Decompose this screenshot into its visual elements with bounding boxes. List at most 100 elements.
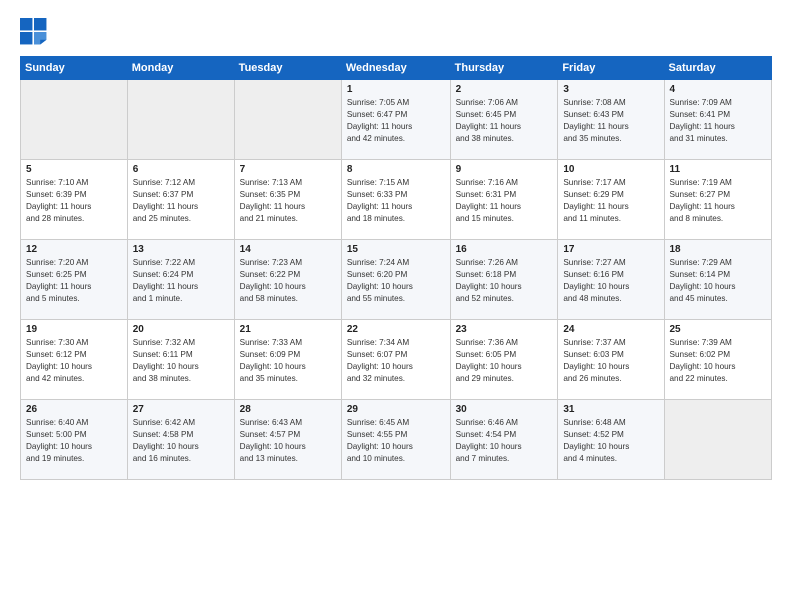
calendar-cell: 30 Sunrise: 6:46 AM Sunset: 4:54 PM Dayli… — [450, 400, 558, 480]
calendar-cell: 4 Sunrise: 7:09 AM Sunset: 6:41 PM Daylig… — [664, 80, 772, 160]
day-info: Sunrise: 7:37 AM Sunset: 6:03 PM Dayligh… — [563, 337, 658, 385]
calendar-week-5: 26 Sunrise: 6:40 AM Sunset: 5:00 PM Dayli… — [21, 400, 772, 480]
day-info: Sunrise: 7:08 AM Sunset: 6:43 PM Dayligh… — [563, 97, 658, 145]
calendar-cell: 29Sunrise: 6:45 AM Sunset: 4:55 PM Dayli… — [341, 400, 450, 480]
day-number: 2 — [456, 84, 553, 95]
calendar-cell: 11 Sunrise: 7:19 AM Sunset: 6:27 PM Dayli… — [664, 160, 772, 240]
day-number: 30 — [456, 404, 553, 415]
calendar-cell — [21, 80, 128, 160]
calendar-cell: 26 Sunrise: 6:40 AM Sunset: 5:00 PM Dayli… — [21, 400, 128, 480]
day-number: 19 — [26, 324, 122, 335]
calendar-cell: 19 Sunrise: 7:30 AM Sunset: 6:12 PM Dayli… — [21, 320, 128, 400]
day-info: Sunrise: 7:19 AM Sunset: 6:27 PM Dayligh… — [670, 177, 767, 225]
calendar-cell: 16Sunrise: 7:26 AM Sunset: 6:18 PM Dayli… — [450, 240, 558, 320]
calendar-cell — [234, 80, 341, 160]
calendar-cell: 31 Sunrise: 6:48 AM Sunset: 4:52 PM Dayli… — [558, 400, 664, 480]
weekday-header-friday: Friday — [558, 57, 664, 80]
day-number: 22 — [347, 324, 445, 335]
day-number: 29 — [347, 404, 445, 415]
day-info: Sunrise: 6:46 AM Sunset: 4:54 PM Dayligh… — [456, 417, 553, 465]
calendar-cell: 2 Sunrise: 7:06 AM Sunset: 6:45 PM Daylig… — [450, 80, 558, 160]
day-number: 17 — [563, 244, 658, 255]
weekday-row: SundayMondayTuesdayWednesdayThursdayFrid… — [21, 57, 772, 80]
page: SundayMondayTuesdayWednesdayThursdayFrid… — [0, 0, 792, 612]
calendar-cell: 24 Sunrise: 7:37 AM Sunset: 6:03 PM Dayli… — [558, 320, 664, 400]
day-info: Sunrise: 6:42 AM Sunset: 4:58 PM Dayligh… — [133, 417, 229, 465]
day-number: 11 — [670, 164, 767, 175]
day-info: Sunrise: 7:12 AM Sunset: 6:37 PM Dayligh… — [133, 177, 229, 225]
day-number: 12 — [26, 244, 122, 255]
calendar-cell: 8 Sunrise: 7:15 AM Sunset: 6:33 PM Daylig… — [341, 160, 450, 240]
day-info: Sunrise: 7:39 AM Sunset: 6:02 PM Dayligh… — [670, 337, 767, 385]
day-number: 4 — [670, 84, 767, 95]
day-number: 13 — [133, 244, 229, 255]
day-number: 20 — [133, 324, 229, 335]
calendar-header: SundayMondayTuesdayWednesdayThursdayFrid… — [21, 57, 772, 80]
weekday-header-saturday: Saturday — [664, 57, 772, 80]
calendar-cell: 18Sunrise: 7:29 AM Sunset: 6:14 PM Dayli… — [664, 240, 772, 320]
calendar-week-3: 12 Sunrise: 7:20 AM Sunset: 6:25 PM Dayli… — [21, 240, 772, 320]
day-info: Sunrise: 7:30 AM Sunset: 6:12 PM Dayligh… — [26, 337, 122, 385]
calendar-week-2: 5 Sunrise: 7:10 AM Sunset: 6:39 PM Daylig… — [21, 160, 772, 240]
day-info: Sunrise: 7:27 AM Sunset: 6:16 PM Dayligh… — [563, 257, 658, 305]
day-info: Sunrise: 7:20 AM Sunset: 6:25 PM Dayligh… — [26, 257, 122, 305]
calendar-cell: 15 Sunrise: 7:24 AM Sunset: 6:20 PM Dayli… — [341, 240, 450, 320]
day-info: Sunrise: 7:23 AM Sunset: 6:22 PM Dayligh… — [240, 257, 336, 305]
calendar-week-4: 19 Sunrise: 7:30 AM Sunset: 6:12 PM Dayli… — [21, 320, 772, 400]
day-info: Sunrise: 7:22 AM Sunset: 6:24 PM Dayligh… — [133, 257, 229, 305]
day-number: 5 — [26, 164, 122, 175]
day-number: 7 — [240, 164, 336, 175]
day-info: Sunrise: 7:26 AM Sunset: 6:18 PM Dayligh… — [456, 257, 553, 305]
day-number: 15 — [347, 244, 445, 255]
day-number: 27 — [133, 404, 229, 415]
day-info: Sunrise: 7:10 AM Sunset: 6:39 PM Dayligh… — [26, 177, 122, 225]
weekday-header-sunday: Sunday — [21, 57, 128, 80]
calendar-cell — [127, 80, 234, 160]
calendar-week-1: 1Sunrise: 7:05 AM Sunset: 6:47 PM Daylig… — [21, 80, 772, 160]
calendar-cell: 10 Sunrise: 7:17 AM Sunset: 6:29 PM Dayli… — [558, 160, 664, 240]
logo — [20, 18, 52, 46]
day-info: Sunrise: 7:15 AM Sunset: 6:33 PM Dayligh… — [347, 177, 445, 225]
calendar-cell: 20 Sunrise: 7:32 AM Sunset: 6:11 PM Dayli… — [127, 320, 234, 400]
day-number: 8 — [347, 164, 445, 175]
day-number: 21 — [240, 324, 336, 335]
day-info: Sunrise: 6:43 AM Sunset: 4:57 PM Dayligh… — [240, 417, 336, 465]
day-number: 9 — [456, 164, 553, 175]
day-info: Sunrise: 7:16 AM Sunset: 6:31 PM Dayligh… — [456, 177, 553, 225]
calendar-body: 1Sunrise: 7:05 AM Sunset: 6:47 PM Daylig… — [21, 80, 772, 480]
calendar-table: SundayMondayTuesdayWednesdayThursdayFrid… — [20, 56, 772, 480]
weekday-header-wednesday: Wednesday — [341, 57, 450, 80]
day-info: Sunrise: 7:13 AM Sunset: 6:35 PM Dayligh… — [240, 177, 336, 225]
weekday-header-thursday: Thursday — [450, 57, 558, 80]
day-number: 10 — [563, 164, 658, 175]
calendar-cell: 5 Sunrise: 7:10 AM Sunset: 6:39 PM Daylig… — [21, 160, 128, 240]
calendar-cell: 12 Sunrise: 7:20 AM Sunset: 6:25 PM Dayli… — [21, 240, 128, 320]
day-number: 25 — [670, 324, 767, 335]
day-info: Sunrise: 6:48 AM Sunset: 4:52 PM Dayligh… — [563, 417, 658, 465]
day-number: 24 — [563, 324, 658, 335]
day-info: Sunrise: 7:09 AM Sunset: 6:41 PM Dayligh… — [670, 97, 767, 145]
day-info: Sunrise: 7:24 AM Sunset: 6:20 PM Dayligh… — [347, 257, 445, 305]
day-info: Sunrise: 6:40 AM Sunset: 5:00 PM Dayligh… — [26, 417, 122, 465]
calendar-cell: 21Sunrise: 7:33 AM Sunset: 6:09 PM Dayli… — [234, 320, 341, 400]
day-info: Sunrise: 7:32 AM Sunset: 6:11 PM Dayligh… — [133, 337, 229, 385]
day-number: 28 — [240, 404, 336, 415]
day-number: 26 — [26, 404, 122, 415]
day-info: Sunrise: 7:17 AM Sunset: 6:29 PM Dayligh… — [563, 177, 658, 225]
day-number: 31 — [563, 404, 658, 415]
logo-icon — [20, 18, 48, 46]
calendar-cell: 23Sunrise: 7:36 AM Sunset: 6:05 PM Dayli… — [450, 320, 558, 400]
day-info: Sunrise: 7:34 AM Sunset: 6:07 PM Dayligh… — [347, 337, 445, 385]
day-number: 23 — [456, 324, 553, 335]
day-number: 18 — [670, 244, 767, 255]
day-info: Sunrise: 7:05 AM Sunset: 6:47 PM Dayligh… — [347, 97, 445, 145]
calendar-cell: 13 Sunrise: 7:22 AM Sunset: 6:24 PM Dayli… — [127, 240, 234, 320]
calendar-cell: 25 Sunrise: 7:39 AM Sunset: 6:02 PM Dayli… — [664, 320, 772, 400]
calendar-cell: 27 Sunrise: 6:42 AM Sunset: 4:58 PM Dayli… — [127, 400, 234, 480]
calendar-cell: 7 Sunrise: 7:13 AM Sunset: 6:35 PM Daylig… — [234, 160, 341, 240]
calendar-cell: 3Sunrise: 7:08 AM Sunset: 6:43 PM Daylig… — [558, 80, 664, 160]
calendar-cell: 14 Sunrise: 7:23 AM Sunset: 6:22 PM Dayli… — [234, 240, 341, 320]
day-number: 14 — [240, 244, 336, 255]
header — [20, 18, 772, 46]
day-info: Sunrise: 7:06 AM Sunset: 6:45 PM Dayligh… — [456, 97, 553, 145]
